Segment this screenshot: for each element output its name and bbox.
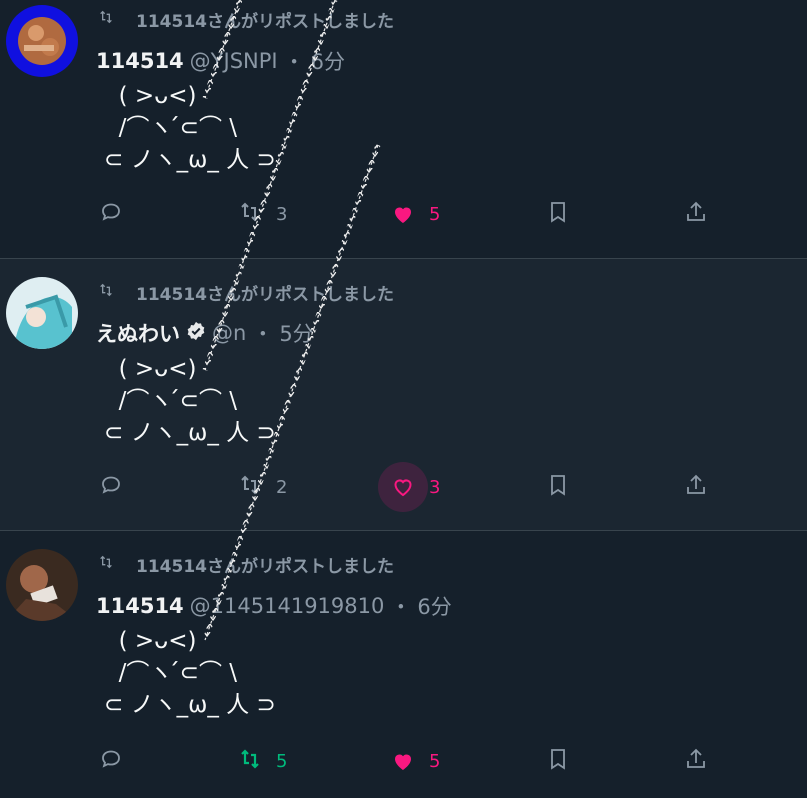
ascii-line: ( >ᴗ<) <box>104 83 197 109</box>
repost-indicator: 114514さんがリポストしました <box>98 280 394 305</box>
heart-outline-icon <box>378 462 428 512</box>
bookmark-button[interactable] <box>546 467 570 507</box>
share-button[interactable] <box>684 741 708 781</box>
reply-button[interactable] <box>99 194 123 234</box>
like-count: 5 <box>429 750 441 772</box>
retweet-icon <box>98 554 114 575</box>
tweet-header: えぬわい @n ・ 5分 <box>96 318 314 348</box>
ascii-line: /⌒ヽ ́́⊂⌒ \ <box>104 660 238 686</box>
share-button[interactable] <box>684 194 708 234</box>
reply-icon <box>99 200 123 229</box>
share-button[interactable] <box>684 467 708 507</box>
separator: ・ <box>283 50 305 74</box>
reply-button[interactable] <box>99 741 123 781</box>
repost-indicator: 114514さんがリポストしました <box>98 552 394 577</box>
retweet-count: 5 <box>276 750 288 772</box>
bookmark-icon <box>546 200 570 229</box>
separator: ・ <box>252 322 274 346</box>
retweet-icon <box>98 9 114 30</box>
retweet-count: 3 <box>276 203 288 225</box>
repost-text[interactable]: 114514さんがリポストしました <box>136 7 394 32</box>
display-name[interactable]: えぬわい <box>96 318 180 348</box>
retweet-count: 2 <box>276 476 288 498</box>
avatar[interactable] <box>6 5 78 77</box>
repost-text[interactable]: 114514さんがリポストしました <box>136 552 394 577</box>
retweet-button[interactable]: 2 <box>238 467 287 507</box>
timestamp[interactable]: 6分 <box>311 46 345 76</box>
reply-icon <box>99 473 123 502</box>
retweet-icon <box>238 200 262 229</box>
tweet[interactable]: 114514さんがリポストしました 114514 @YJSNPI ・ 6分 ( … <box>0 0 807 259</box>
timestamp[interactable]: 5分 <box>279 318 313 348</box>
like-button[interactable]: 5 <box>391 741 440 781</box>
share-icon <box>684 200 708 229</box>
display-name[interactable]: 114514 <box>96 594 184 618</box>
retweet-icon <box>238 473 262 502</box>
verified-badge-icon <box>186 321 206 346</box>
separator: ・ <box>390 595 412 619</box>
tweet-header: 114514 @YJSNPI ・ 6分 <box>96 46 345 76</box>
retweet-active-icon <box>238 747 262 776</box>
retweet-button[interactable]: 5 <box>238 741 287 781</box>
reply-icon <box>99 747 123 776</box>
share-icon <box>684 473 708 502</box>
tweet-text: ( >ᴗ<) /⌒ヽ ́́⊂⌒ \ ⊂ ノヽ_ω_ 人 ⊃ <box>104 625 276 721</box>
heart-filled-icon <box>378 736 428 786</box>
bookmark-icon <box>546 473 570 502</box>
bookmark-button[interactable] <box>546 741 570 781</box>
heart-filled-icon <box>378 189 428 239</box>
like-count: 5 <box>429 203 441 225</box>
tweet[interactable]: 114514さんがリポストしました 114514 @1145141919810 … <box>0 531 807 798</box>
ascii-line: ⊂ ノヽ_ω_ 人 ⊃ <box>104 692 276 718</box>
retweet-button[interactable]: 3 <box>238 194 287 234</box>
tweet[interactable]: 114514さんがリポストしました えぬわい @n ・ 5分 ( >ᴗ<) /⌒… <box>0 259 807 531</box>
ascii-line: ( >ᴗ<) <box>104 628 197 654</box>
user-handle[interactable]: @n <box>212 321 246 345</box>
tweet-text: ( >ᴗ<) /⌒ヽ ́́⊂⌒ \ ⊂ ノヽ_ω_ 人 ⊃ <box>104 353 276 449</box>
avatar[interactable] <box>6 277 78 349</box>
repost-indicator: 114514さんがリポストしました <box>98 7 394 32</box>
share-icon <box>684 747 708 776</box>
display-name[interactable]: 114514 <box>96 49 184 73</box>
tweet-header: 114514 @1145141919810 ・ 6分 <box>96 591 452 621</box>
ascii-line: ( >ᴗ<) <box>104 356 197 382</box>
bookmark-button[interactable] <box>546 194 570 234</box>
tweet-text: ( >ᴗ<) /⌒ヽ ́́⊂⌒ \ ⊂ ノヽ_ω_ 人 ⊃ <box>104 80 276 176</box>
avatar[interactable] <box>6 549 78 621</box>
timestamp[interactable]: 6分 <box>417 591 451 621</box>
retweet-icon <box>98 282 114 303</box>
ascii-line: /⌒ヽ ́́⊂⌒ \ <box>104 115 238 141</box>
bookmark-icon <box>546 747 570 776</box>
ascii-line: ⊂ ノヽ_ω_ 人 ⊃ <box>104 147 276 173</box>
like-button[interactable]: 5 <box>391 194 440 234</box>
repost-text[interactable]: 114514さんがリポストしました <box>136 280 394 305</box>
ascii-line: ⊂ ノヽ_ω_ 人 ⊃ <box>104 420 276 446</box>
user-handle[interactable]: @1145141919810 <box>190 594 385 618</box>
user-handle[interactable]: @YJSNPI <box>190 49 278 73</box>
reply-button[interactable] <box>99 467 123 507</box>
like-count: 3 <box>429 476 441 498</box>
like-button[interactable]: 3 <box>378 462 441 512</box>
ascii-line: /⌒ヽ ́́⊂⌒ \ <box>104 388 238 414</box>
